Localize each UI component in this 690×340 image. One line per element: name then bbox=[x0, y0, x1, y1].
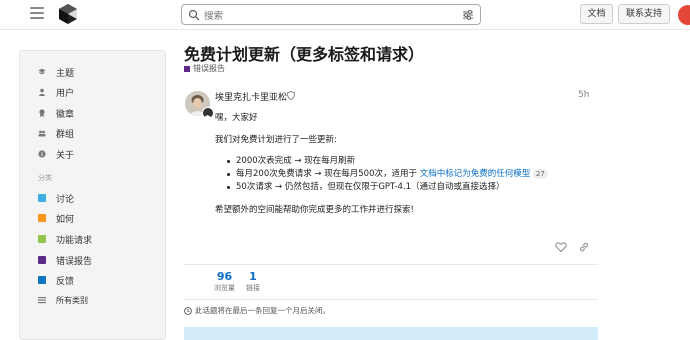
search-placeholder: 搜索 bbox=[204, 11, 224, 22]
group-icon bbox=[38, 129, 46, 137]
sidebar-item-groups[interactable]: 群组 bbox=[38, 125, 74, 141]
sidebar-item-label: 关于 bbox=[56, 150, 75, 161]
filter-sliders-icon[interactable] bbox=[462, 9, 474, 21]
link-click-count: 27 bbox=[532, 169, 548, 179]
post-closing: 希望额外的空间能帮助你完成更多的工作并进行探索! bbox=[215, 205, 414, 215]
links-stat[interactable]: 1 链接 bbox=[246, 270, 260, 293]
top-header: 搜索 文档 联系支持 bbox=[0, 0, 690, 30]
author-flair-badge bbox=[202, 107, 214, 123]
sidebar: 主题 用户 徽章 群组 关于 分类 讨论 如何 功能请求 错误报告 反馈 所有类… bbox=[19, 50, 166, 340]
topic-title[interactable]: 免费计划更新（更多标签和请求） bbox=[184, 41, 424, 65]
sidebar-item-label: 用户 bbox=[56, 88, 75, 99]
sidebar-item-users[interactable]: 用户 bbox=[38, 84, 74, 100]
sidebar-item-label: 所有类别 bbox=[56, 295, 88, 305]
sidebar-category-bug-reports[interactable]: 错误报告 bbox=[38, 252, 92, 268]
category-color-swatch bbox=[38, 214, 46, 222]
list-item: 2000次表完成 → 现在每月刷新 bbox=[227, 155, 548, 168]
category-color-swatch bbox=[184, 65, 190, 72]
contact-support-button[interactable]: 联系支持 bbox=[618, 4, 670, 24]
list-item: 每月200次免费请求 → 现在每月500次，适用于 文档中标记为免费的任何模型 … bbox=[227, 168, 548, 181]
search-icon bbox=[188, 9, 200, 21]
category-color-swatch bbox=[38, 276, 46, 284]
topic-category-badge[interactable]: 错误报告 bbox=[184, 63, 225, 74]
cursor-logo-icon[interactable] bbox=[57, 3, 79, 25]
sidebar-item-label: 主题 bbox=[56, 68, 75, 79]
list-icon bbox=[38, 296, 46, 304]
category-color-swatch bbox=[38, 194, 46, 202]
post-greeting: 嘿，大家好 bbox=[215, 113, 258, 123]
user-avatar[interactable] bbox=[678, 5, 690, 25]
info-icon bbox=[38, 150, 46, 158]
sidebar-item-label: 群组 bbox=[56, 129, 75, 140]
free-models-doc-link[interactable]: 文档中标记为免费的任何模型 bbox=[420, 169, 531, 179]
docs-button[interactable]: 文档 bbox=[580, 4, 613, 24]
topic-category-label: 错误报告 bbox=[193, 64, 225, 73]
post-intro: 我们对免费计划进行了一些更新: bbox=[215, 135, 337, 145]
sidebar-item-topics[interactable]: 主题 bbox=[38, 64, 74, 80]
sidebar-item-label: 徽章 bbox=[56, 109, 75, 120]
sidebar-item-label: 反馈 bbox=[56, 276, 75, 287]
post-timestamp[interactable]: 5h bbox=[578, 90, 589, 100]
sidebar-item-label: 功能请求 bbox=[56, 235, 93, 246]
search-input[interactable]: 搜索 bbox=[181, 4, 481, 25]
layers-icon bbox=[38, 68, 46, 76]
like-heart-icon[interactable] bbox=[555, 241, 567, 253]
sidebar-category-how-to[interactable]: 如何 bbox=[38, 210, 74, 226]
sidebar-all-categories[interactable]: 所有类别 bbox=[38, 292, 88, 308]
categories-heading: 分类 bbox=[38, 174, 52, 182]
sidebar-item-label: 讨论 bbox=[56, 194, 75, 205]
sidebar-item-about[interactable]: 关于 bbox=[38, 146, 74, 162]
list-item: 50次请求 → 仍然包括，但现在仅限于GPT-4.1（通过自动或直接选择） bbox=[227, 181, 548, 194]
category-color-swatch bbox=[38, 256, 46, 264]
divider bbox=[184, 299, 598, 300]
post-author-name[interactable]: 埃里克扎卡里亚松 bbox=[215, 90, 287, 103]
category-color-swatch bbox=[38, 235, 46, 243]
topic-close-notice: 此话题将在最后一条回复一个月后关闭。 bbox=[184, 305, 330, 316]
share-link-icon[interactable] bbox=[578, 241, 590, 253]
divider bbox=[184, 264, 598, 265]
sidebar-item-label: 如何 bbox=[56, 214, 75, 225]
sidebar-category-discussion[interactable]: 讨论 bbox=[38, 190, 74, 206]
clock-icon bbox=[184, 306, 192, 315]
sidebar-category-feedback[interactable]: 反馈 bbox=[38, 272, 74, 288]
views-stat: 96 浏览量 bbox=[214, 270, 235, 292]
sidebar-item-badges[interactable]: 徽章 bbox=[38, 105, 74, 121]
update-list: 2000次表完成 → 现在每月刷新 每月200次免费请求 → 现在每月500次，… bbox=[227, 155, 548, 194]
sidebar-item-label: 错误报告 bbox=[56, 256, 93, 267]
users-icon bbox=[38, 88, 46, 96]
hamburger-menu-icon[interactable] bbox=[30, 7, 44, 19]
badge-icon bbox=[38, 109, 46, 117]
info-banner bbox=[184, 327, 598, 340]
sidebar-category-feature-requests[interactable]: 功能请求 bbox=[38, 231, 92, 247]
shield-icon bbox=[287, 91, 295, 102]
